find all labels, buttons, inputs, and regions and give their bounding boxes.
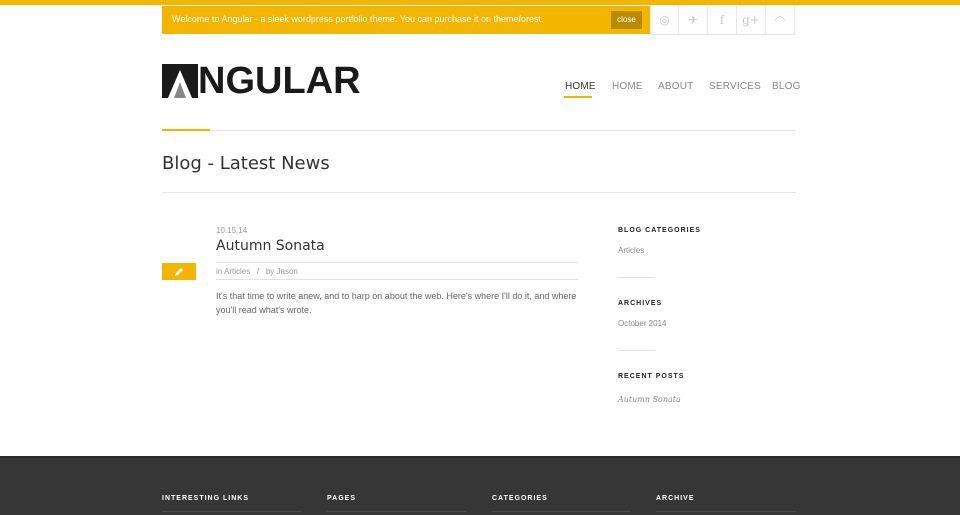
nav-item-blog[interactable]: BLOG xyxy=(772,81,801,92)
post-meta: in Articles / by Jason xyxy=(216,267,298,276)
post-category-link[interactable]: Articles xyxy=(224,267,250,276)
sidebar-divider xyxy=(618,277,655,278)
page-title: Blog - Latest News xyxy=(162,153,330,174)
site-footer: INTERESTING LINKS PAGES CATEGORIES ARCHI… xyxy=(0,456,960,515)
welcome-notice-bar: Welcome to Angular - a sleek wordpress p… xyxy=(162,6,650,34)
footer-pages-title: PAGES xyxy=(327,495,356,502)
social-links: ◎ ✈ f g+ ◠ xyxy=(650,6,796,35)
title-divider xyxy=(162,192,796,193)
post-author-link[interactable]: Jason xyxy=(277,267,298,276)
post-meta-divider-bottom xyxy=(216,279,578,280)
footer-archive-title: ARCHIVE xyxy=(656,495,695,502)
nav-item-about[interactable]: ABOUT xyxy=(658,81,693,92)
header-divider-accent xyxy=(162,129,210,131)
rss-icon[interactable]: ◠ xyxy=(766,6,795,34)
main-nav: HOME HOME ABOUT SERVICES BLOG xyxy=(0,81,960,101)
nav-item-home[interactable]: HOME xyxy=(612,81,643,92)
meta-by-label: by xyxy=(265,267,275,276)
sidebar-divider xyxy=(618,350,655,351)
top-accent-bar xyxy=(0,0,960,5)
meta-separator: / xyxy=(256,267,260,276)
twitter-icon[interactable]: ✈ xyxy=(679,6,708,34)
sidebar-recent-title: RECENT POSTS xyxy=(618,373,685,380)
notice-text: Welcome to Angular - a sleek wordpress p… xyxy=(172,14,544,24)
header-divider xyxy=(162,130,796,131)
footer-divider xyxy=(162,511,301,512)
post-format-badge xyxy=(162,263,196,280)
footer-divider xyxy=(656,511,796,512)
nav-item-home-active[interactable]: HOME xyxy=(565,81,596,92)
sidebar-categories-title: BLOG CATEGORIES xyxy=(618,227,701,234)
post-date: 10.15.14 xyxy=(216,226,248,235)
footer-interesting-links-title: INTERESTING LINKS xyxy=(162,495,250,502)
post-excerpt: It's that time to write anew, and to har… xyxy=(216,291,577,315)
nav-active-underline xyxy=(564,96,592,98)
footer-divider xyxy=(327,511,466,512)
sidebar-category-link[interactable]: Articles xyxy=(618,246,644,255)
meta-in-label: in xyxy=(216,267,223,276)
facebook-icon[interactable]: f xyxy=(708,6,737,34)
sidebar-recent-post-link[interactable]: Autumn Sonata xyxy=(618,395,681,404)
footer-categories-title: CATEGORIES xyxy=(492,495,548,502)
footer-divider xyxy=(492,511,631,512)
post-title-link[interactable]: Autumn Sonata xyxy=(216,238,325,254)
sidebar-archive-link[interactable]: October 2014 xyxy=(618,319,666,328)
nav-item-services[interactable]: SERVICES xyxy=(709,81,761,92)
google-plus-icon[interactable]: g+ xyxy=(737,6,766,34)
dribbble-icon[interactable]: ◎ xyxy=(650,6,679,34)
sidebar-archives-title: ARCHIVES xyxy=(618,300,663,307)
notice-close-button[interactable]: close xyxy=(611,11,642,29)
post-meta-divider-top xyxy=(216,262,578,263)
pencil-icon xyxy=(175,267,183,276)
